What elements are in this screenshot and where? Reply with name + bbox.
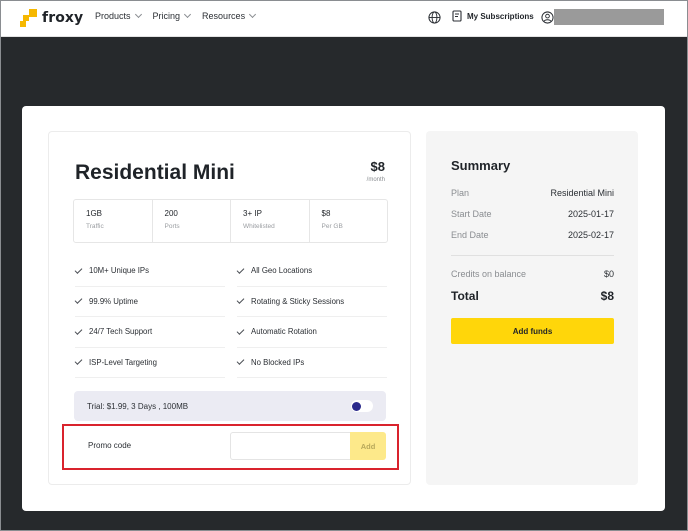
stat-traffic: 1GB Traffic [74,200,153,242]
stat-whitelisted: 3+ IP Whitelisted [231,200,310,242]
trial-option: Trial: $1.99, 3 Days , 100MB [74,391,386,421]
stat-ports: 200 Ports [153,200,231,242]
credits-value: $0 [603,269,614,279]
add-funds-button[interactable]: Add funds [451,318,614,344]
total-label: Total [451,289,479,303]
user-icon[interactable] [541,11,554,24]
froxy-logo-icon [20,9,38,27]
promo-add-button[interactable]: Add [350,432,386,460]
feature-label: No Blocked IPs [251,357,305,367]
feature-label: ISP-Level Targeting [89,357,157,367]
summary-value: 2025-01-17 [567,209,614,219]
summary-row-start-date: Start Date 2025-01-17 [451,209,614,219]
top-navigation-bar: froxy Products Pricing Resources My Subs… [0,0,688,37]
plan-period: /month [366,177,385,183]
summary-key: Plan [451,188,470,198]
chevron-down-icon [249,10,257,19]
order-summary: Summary Plan Residential Mini Start Date… [426,131,638,485]
feature-label: 24/7 Tech Support [89,327,153,337]
stat-value: 1GB [86,209,103,218]
feature-list: 10M+ Unique IPs All Geo Locations 99.9% … [74,256,387,378]
check-icon [236,265,245,274]
summary-value: 2025-02-17 [567,230,614,240]
nav-item-resources[interactable]: Resources [202,10,257,21]
summary-value: Residential Mini [550,188,614,198]
summary-title: Summary [451,158,511,173]
redacted-username [554,9,664,25]
feature-item: 99.9% Uptime [74,287,225,317]
stat-label: Per GB [321,223,343,230]
trial-label: Trial: $1.99, 3 Days , 100MB [87,401,189,411]
logo-text: froxy [42,10,84,26]
stat-value: 200 [164,209,178,218]
nav-item-pricing[interactable]: Pricing [152,10,192,21]
summary-row-plan: Plan Residential Mini [451,188,614,198]
feature-item: ISP-Level Targeting [74,348,225,378]
toggle-knob [352,401,361,411]
feature-label: 10M+ Unique IPs [89,266,150,276]
nav-label: Products [95,11,131,21]
check-icon [74,296,83,305]
summary-total: Total $8 [451,289,614,303]
my-subscriptions-label: My Subscriptions [467,11,534,21]
check-icon [74,357,83,366]
my-subscriptions-link[interactable]: My Subscriptions [452,10,534,22]
summary-divider [451,255,614,256]
summary-row-credits: Credits on balance $0 [451,269,614,279]
chevron-down-icon [184,10,192,19]
check-icon [236,326,245,335]
check-icon [74,265,83,274]
feature-item: 10M+ Unique IPs [74,256,225,287]
feature-item: Automatic Rotation [236,317,387,348]
main-nav: Products Pricing Resources [95,10,257,21]
promo-code-input[interactable] [230,432,350,460]
summary-key: Start Date [451,209,492,219]
check-icon [74,326,83,335]
feature-label: Automatic Rotation [251,327,317,337]
trial-toggle[interactable] [351,400,373,412]
check-icon [236,357,245,366]
summary-key: End Date [451,230,489,240]
stat-label: Traffic [86,223,104,230]
feature-label: All Geo Locations [251,266,313,276]
stat-value: 3+ IP [243,209,262,218]
plan-price: $8 [370,159,385,174]
feature-item: No Blocked IPs [236,348,387,378]
summary-row-end-date: End Date 2025-02-17 [451,230,614,240]
stat-label: Whitelisted [243,223,275,230]
feature-item: All Geo Locations [236,256,387,287]
subscriptions-icon [452,10,462,22]
feature-item: 24/7 Tech Support [74,317,225,348]
nav-item-products[interactable]: Products [95,10,142,21]
stat-value: $8 [321,209,331,218]
chevron-down-icon [134,10,142,19]
nav-label: Pricing [152,11,181,21]
nav-label: Resources [202,11,246,21]
globe-icon[interactable] [428,11,441,24]
froxy-logo[interactable]: froxy [20,7,83,29]
stat-label: Ports [164,223,180,230]
stat-per-gb: $8 Per GB [310,200,388,242]
feature-item: Rotating & Sticky Sessions [236,287,387,317]
total-value: $8 [600,289,614,303]
plan-title: Residential Mini [75,161,235,184]
feature-label: 99.9% Uptime [89,296,138,306]
plan-stats: 1GB Traffic 200 Ports 3+ IP Whitelisted … [73,199,388,243]
check-icon [236,296,245,305]
promo-code-label: Promo code [88,441,132,450]
credits-label: Credits on balance [451,269,527,279]
feature-label: Rotating & Sticky Sessions [251,296,345,306]
